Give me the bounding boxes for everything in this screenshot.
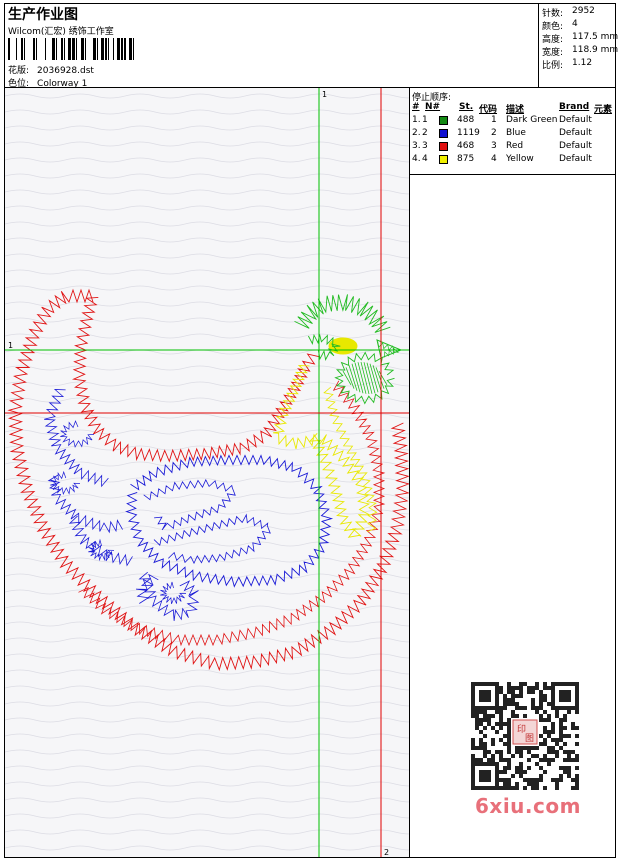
legend-n: 3 (422, 141, 428, 151)
stat-colors: 颜色: 4 (542, 19, 578, 32)
design-file-value: 2036928.dst (37, 66, 94, 76)
studio-name: Wilcom(汇宏) 绣饰工作室 (8, 27, 114, 37)
legend-st: 488 (457, 115, 475, 125)
legend-n: 1 (422, 115, 428, 125)
col-header-brand: Brand (559, 102, 590, 112)
embroidery-design-area: 1 1 2 (5, 88, 410, 857)
legend-brand: Default (559, 128, 592, 138)
legend-n: 2 (422, 128, 428, 138)
legend-st: 875 (457, 154, 475, 164)
stat-scale: 比例: 1.12 (542, 58, 593, 71)
legend-color-swatch (439, 129, 448, 138)
stat-stitches: 针数: 2952 (542, 6, 595, 19)
qr-code: 印图 (471, 682, 579, 790)
stat-height: 高度: 117.5 mm (542, 32, 619, 45)
legend-color-swatch (439, 155, 448, 164)
legend-color-swatch (439, 116, 448, 125)
legend-desc: Blue (506, 128, 526, 138)
page-title: 生产作业图 (8, 7, 78, 23)
legend-code: 4 (491, 154, 497, 164)
legend-index: 1. (412, 115, 421, 125)
legend-n: 4 (422, 154, 428, 164)
design-file-label: 花版: (8, 66, 30, 76)
barcode-icon (8, 38, 134, 60)
design-stats: 针数: 2952 颜色: 4 高度: 117.5 mm 宽度: 118.9 mm 比例:… (539, 4, 619, 88)
col-header-desc: 描述 (506, 105, 525, 115)
col-header-idx: # (412, 102, 420, 112)
col-header-st: St. (459, 102, 474, 112)
legend-code: 3 (491, 141, 497, 151)
header-info: 生产作业图 Wilcom(汇宏) 绣饰工作室 花版: 2036928.dst 色位… (5, 4, 539, 89)
qr-code-icon: 印图 (471, 682, 579, 790)
watermark-logo: 6xiu.com (475, 794, 581, 818)
legend-index: 2. (412, 128, 421, 138)
guide-label-green-left: 1 (8, 341, 13, 350)
legend-index: 4. (412, 154, 421, 164)
legend-desc: Dark Green (506, 115, 558, 125)
legend-index: 3. (412, 141, 421, 151)
col-header-element: 元素 (594, 105, 613, 115)
stat-width: 宽度: 118.9 mm (542, 45, 619, 58)
legend-code: 1 (491, 115, 497, 125)
legend-color-swatch (439, 142, 448, 151)
legend-st: 468 (457, 141, 475, 151)
col-header-n: N# (425, 102, 441, 112)
qr-seal-char-2: 图 (525, 733, 534, 744)
design-file-row: 花版: 2036928.dst (8, 63, 94, 76)
legend-st: 1119 (457, 128, 480, 138)
legend-desc: Yellow (506, 154, 534, 164)
legend-brand: Default (559, 115, 592, 125)
production-sheet: 生产作业图 Wilcom(汇宏) 绣饰工作室 花版: 2036928.dst 色位… (4, 3, 619, 858)
col-header-code: 代码 (479, 105, 498, 115)
guide-label-red-bottom: 2 (384, 848, 389, 857)
legend-desc: Red (506, 141, 524, 151)
guide-label-green-top: 1 (322, 90, 327, 99)
embroidery-design-canvas: 1 1 2 (5, 88, 409, 857)
legend-brand: Default (559, 141, 592, 151)
color-sequence-table: 停止顺序: # N# St. 代码 描述 Brand 元素 1. 1 488 1 Dar… (409, 88, 615, 175)
legend-brand: Default (559, 154, 592, 164)
legend-code: 2 (491, 128, 497, 138)
